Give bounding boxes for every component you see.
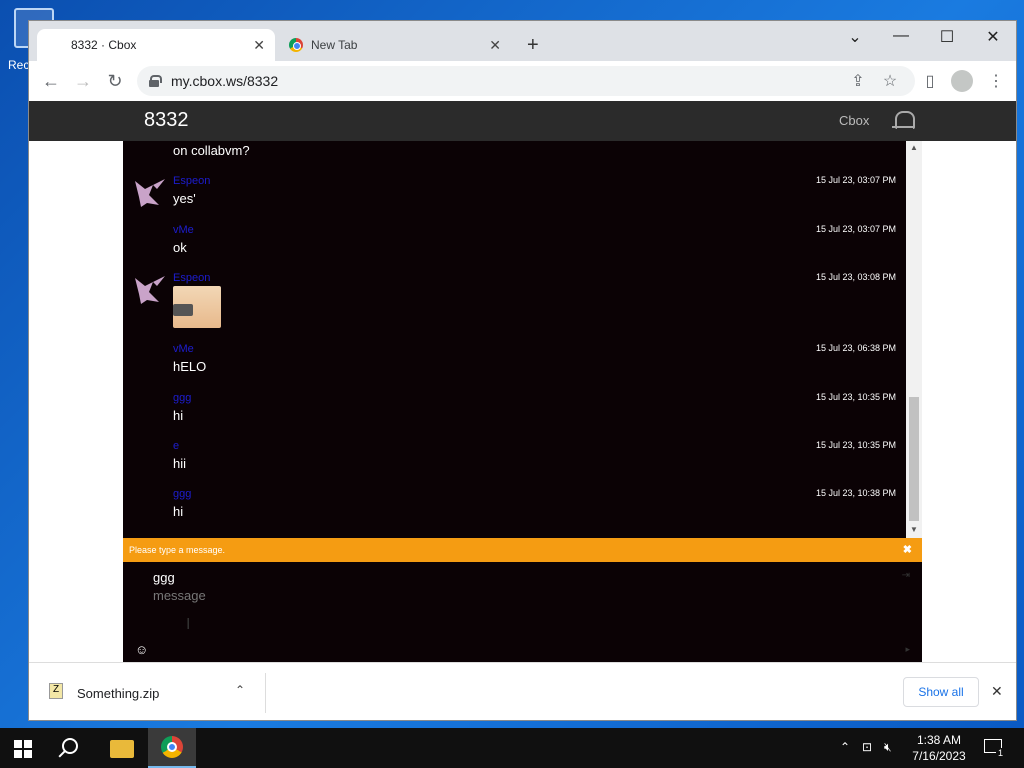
message-input[interactable] xyxy=(153,588,893,648)
windows-start-icon[interactable] xyxy=(14,740,32,758)
site-header: 8332 Cbox xyxy=(29,101,1016,141)
message-list[interactable]: on collabvm? Espeon yes' 15 Jul 23, 03:0… xyxy=(123,141,906,538)
message-text: hi xyxy=(173,408,184,423)
close-window-button[interactable]: ✕ xyxy=(978,27,1008,47)
scroll-down-arrow-icon[interactable]: ▼ xyxy=(909,525,919,534)
close-download-bar-icon[interactable]: ✕ xyxy=(991,683,1003,700)
compose-area: ⇥ ☺ ▸ xyxy=(123,562,922,662)
chevron-up-icon[interactable]: ⌃ xyxy=(235,683,245,697)
notice-close-icon[interactable]: ✖ xyxy=(903,543,912,556)
bell-icon[interactable] xyxy=(892,109,915,133)
address-bar[interactable]: my.cbox.ws/8332 xyxy=(137,66,915,96)
message-username[interactable]: Espeon xyxy=(173,175,210,187)
address-text: my.cbox.ws/8332 xyxy=(171,73,279,89)
taskbar: ⌃ ⊡ 🔇︎ 1:38 AM 7/16/2023 1 xyxy=(0,728,1024,768)
message-timestamp: 15 Jul 23, 06:38 PM xyxy=(815,343,896,353)
cat-with-gun-image[interactable] xyxy=(173,286,221,328)
back-arrow-icon[interactable]: ← xyxy=(39,71,63,91)
notice-text: Please type a message. xyxy=(129,545,226,555)
chrome-icon xyxy=(161,736,183,758)
minimize-button[interactable]: — xyxy=(886,27,916,45)
maximize-button[interactable]: ☐ xyxy=(932,27,962,47)
message-username[interactable]: vMe xyxy=(173,343,194,355)
clock-date: 7/16/2023 xyxy=(912,749,966,763)
recycle-bin-label: Rec xyxy=(8,58,30,72)
download-file-name[interactable]: Something.zip xyxy=(77,686,159,701)
scroll-up-arrow-icon[interactable]: ▲ xyxy=(909,143,919,152)
tab-title: 8332 · Cbox xyxy=(71,38,137,52)
new-tab-button[interactable]: + xyxy=(527,35,539,55)
tab-close-icon[interactable]: ✕ xyxy=(489,37,501,54)
profile-avatar-icon[interactable] xyxy=(951,70,973,92)
download-bar: Something.zip ⌃ Show all ✕ xyxy=(29,662,1016,720)
message-text: ok xyxy=(173,240,187,255)
tab-cbox[interactable]: 8332 · Cbox ✕ xyxy=(37,29,275,61)
message-timestamp: 15 Jul 23, 10:38 PM xyxy=(815,488,896,498)
message-username[interactable]: Espeon xyxy=(173,272,210,284)
name-input[interactable] xyxy=(153,568,873,586)
reload-icon[interactable]: ↻ xyxy=(103,71,127,91)
message-timestamp: 15 Jul 23, 03:07 PM xyxy=(815,224,896,234)
tab-new-tab[interactable]: New Tab ✕ xyxy=(281,29,511,61)
message-timestamp: 15 Jul 23, 03:08 PM xyxy=(815,272,896,282)
message-text: hi xyxy=(173,504,184,519)
tab-close-icon[interactable]: ✕ xyxy=(253,37,265,54)
message-text: yes' xyxy=(173,191,196,206)
message-username[interactable]: ggg xyxy=(173,488,191,500)
scroll-thumb[interactable] xyxy=(909,397,919,521)
lock-icon[interactable] xyxy=(149,75,162,87)
page-content: 8332 Cbox on collabvm? Espeon yes' 15 Ju… xyxy=(29,101,1016,662)
gun-shape xyxy=(173,304,193,316)
message-username[interactable]: ggg xyxy=(173,392,191,404)
browser-window: 8332 · Cbox ✕ New Tab ✕ + ⌄ — ☐ ✕ ← → ↻ … xyxy=(28,20,1017,721)
notification-count: 1 xyxy=(996,748,1006,758)
download-divider xyxy=(265,673,266,713)
zip-file-icon xyxy=(49,683,63,699)
chrome-taskbar-button[interactable] xyxy=(148,728,196,768)
message-timestamp: 15 Jul 23, 10:35 PM xyxy=(815,440,896,450)
notice-bar: Please type a message. ✖ xyxy=(123,538,922,562)
espeon-avatar-icon xyxy=(135,179,165,207)
network-icon[interactable]: ⊡ xyxy=(862,740,872,754)
forward-arrow-icon[interactable]: → xyxy=(71,71,95,91)
espeon-avatar-icon xyxy=(135,276,165,304)
system-clock[interactable]: 1:38 AM 7/16/2023 xyxy=(906,732,972,764)
share-icon[interactable]: ⇪ xyxy=(847,71,869,91)
browser-toolbar: ← → ↻ my.cbox.ws/8332 ⇪ ☆ ▯ ⋮ xyxy=(29,61,1016,101)
chat-box: on collabvm? Espeon yes' 15 Jul 23, 03:0… xyxy=(123,141,922,662)
volume-muted-icon[interactable]: 🔇︎ xyxy=(884,740,892,755)
message-text: on collabvm? xyxy=(173,143,250,158)
chrome-favicon-icon xyxy=(289,38,303,52)
tab-strip: 8332 · Cbox ✕ New Tab ✕ + ⌄ — ☐ ✕ xyxy=(29,21,1016,61)
search-icon[interactable] xyxy=(62,738,78,754)
message-text: hELO xyxy=(173,359,207,374)
message-text: hii xyxy=(173,456,187,471)
message-scrollbar[interactable]: ▲ ▼ xyxy=(906,141,922,538)
clock-time: 1:38 AM xyxy=(916,733,962,747)
message-username[interactable]: e xyxy=(173,440,179,452)
message-timestamp: 15 Jul 23, 03:07 PM xyxy=(815,175,896,185)
cbox-brand-link[interactable]: Cbox xyxy=(839,113,869,128)
login-icon[interactable]: ⇥ xyxy=(902,570,910,581)
message-timestamp: 15 Jul 23, 10:35 PM xyxy=(815,392,896,402)
tray-chevron-icon[interactable]: ⌃ xyxy=(840,740,850,754)
tab-search-icon[interactable]: ⌄ xyxy=(840,27,870,47)
show-all-button[interactable]: Show all xyxy=(903,677,979,707)
message-username[interactable]: vMe xyxy=(173,224,194,236)
text-cursor-icon: I xyxy=(186,616,191,633)
smiley-icon[interactable]: ☺ xyxy=(135,642,148,657)
menu-dots-icon[interactable]: ⋮ xyxy=(985,71,1007,91)
tab-title: New Tab xyxy=(311,38,358,52)
page-title: 8332 xyxy=(144,109,189,131)
send-icon[interactable]: ▸ xyxy=(905,644,910,655)
file-explorer-icon[interactable] xyxy=(110,740,134,758)
bookmark-star-icon[interactable]: ☆ xyxy=(879,71,901,91)
side-panel-icon[interactable]: ▯ xyxy=(919,71,941,91)
